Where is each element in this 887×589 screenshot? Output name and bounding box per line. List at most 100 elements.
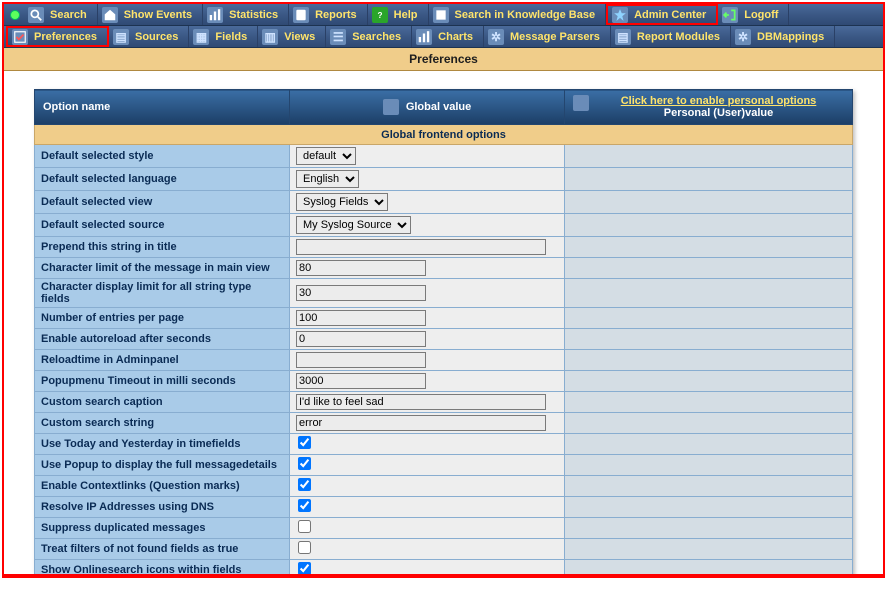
- pref-row: Enable Contextlinks (Question marks): [35, 476, 853, 497]
- pref-row: Resolve IP Addresses using DNS: [35, 497, 853, 518]
- option-value-cell: Syslog Fields: [290, 191, 565, 214]
- views-tab[interactable]: ▥ Views: [258, 26, 326, 47]
- pref-row: Prepend this string in title: [35, 237, 853, 258]
- help-button[interactable]: ? Help: [368, 4, 429, 25]
- option-checkbox[interactable]: [298, 499, 311, 512]
- option-label: Custom search caption: [35, 392, 290, 413]
- header-global-value: Global value: [290, 90, 565, 125]
- personal-value-cell: [565, 497, 853, 518]
- option-value-cell: [290, 279, 565, 308]
- personal-value-cell: [565, 191, 853, 214]
- option-value-cell: default: [290, 145, 565, 168]
- option-label: Default selected language: [35, 168, 290, 191]
- option-input[interactable]: [296, 260, 426, 276]
- option-value-cell: [290, 413, 565, 434]
- option-value-cell: [290, 350, 565, 371]
- personal-value-cell: [565, 476, 853, 497]
- charts-icon: [416, 29, 432, 45]
- personal-value-cell: [565, 279, 853, 308]
- statistics-label: Statistics: [229, 9, 278, 21]
- statistics-button[interactable]: Statistics: [203, 4, 289, 25]
- checkbox-icon: [12, 29, 28, 45]
- option-value-cell: [290, 434, 565, 455]
- personal-value-cell: [565, 308, 853, 329]
- option-input[interactable]: [296, 310, 426, 326]
- charts-tab[interactable]: Charts: [412, 26, 484, 47]
- pref-row: Custom search string: [35, 413, 853, 434]
- pref-row: Default selected styledefault: [35, 145, 853, 168]
- option-checkbox[interactable]: [298, 541, 311, 554]
- option-value-cell: [290, 476, 565, 497]
- message-parsers-tab[interactable]: ✲ Message Parsers: [484, 26, 611, 47]
- option-value-cell: [290, 518, 565, 539]
- charts-label: Charts: [438, 31, 473, 43]
- content-area: Option name Global value Click here to e…: [4, 71, 883, 576]
- option-input[interactable]: [296, 394, 546, 410]
- option-input[interactable]: [296, 352, 426, 368]
- personal-value-cell: [565, 214, 853, 237]
- help-label: Help: [394, 9, 418, 21]
- option-select[interactable]: Syslog Fields: [296, 193, 388, 211]
- enable-personal-options-link[interactable]: Click here to enable personal options: [573, 95, 844, 107]
- preferences-tab[interactable]: Preferences: [6, 26, 109, 47]
- logoff-label: Logoff: [744, 9, 778, 21]
- fields-tab[interactable]: ▦ Fields: [189, 26, 258, 47]
- option-label: Character display limit for all string t…: [35, 279, 290, 308]
- option-value-cell: [290, 455, 565, 476]
- option-value-cell: [290, 560, 565, 577]
- logoff-icon: [722, 7, 738, 23]
- option-select[interactable]: default: [296, 147, 356, 165]
- sources-label: Sources: [135, 31, 178, 43]
- option-input[interactable]: [296, 415, 546, 431]
- option-input[interactable]: [296, 285, 426, 301]
- user-icon: [573, 95, 589, 111]
- personal-value-cell: [565, 455, 853, 476]
- pref-row: Popupmenu Timeout in milli seconds: [35, 371, 853, 392]
- report-modules-icon: ▤: [615, 29, 631, 45]
- admin-sub-toolbar: Preferences ▤ Sources ▦ Fields ▥ Views ☰…: [4, 26, 883, 48]
- personal-value-cell: [565, 518, 853, 539]
- personal-value-cell: [565, 329, 853, 350]
- star-icon: [612, 7, 628, 23]
- option-label: Custom search string: [35, 413, 290, 434]
- option-value-cell: [290, 371, 565, 392]
- fields-label: Fields: [215, 31, 247, 43]
- option-select[interactable]: My Syslog Source: [296, 216, 411, 234]
- option-label: Number of entries per page: [35, 308, 290, 329]
- option-label: Show Onlinesearch icons within fields: [35, 560, 290, 577]
- personal-value-cell: [565, 350, 853, 371]
- option-input[interactable]: [296, 331, 426, 347]
- option-label: Use Today and Yesterday in timefields: [35, 434, 290, 455]
- option-value-cell: [290, 392, 565, 413]
- searches-tab[interactable]: ☰ Searches: [326, 26, 412, 47]
- pref-row: Default selected viewSyslog Fields: [35, 191, 853, 214]
- report-modules-label: Report Modules: [637, 31, 720, 43]
- option-checkbox[interactable]: [298, 478, 311, 491]
- personal-value-cell: [565, 168, 853, 191]
- sources-tab[interactable]: ▤ Sources: [109, 26, 189, 47]
- knowledge-base-label: Search in Knowledge Base: [455, 9, 596, 21]
- option-select[interactable]: English: [296, 170, 359, 188]
- message-parsers-label: Message Parsers: [510, 31, 600, 43]
- logoff-button[interactable]: Logoff: [718, 4, 789, 25]
- option-checkbox[interactable]: [298, 520, 311, 533]
- option-checkbox[interactable]: [298, 457, 311, 470]
- personal-value-cell: [565, 371, 853, 392]
- option-checkbox[interactable]: [298, 562, 311, 575]
- option-input[interactable]: [296, 239, 546, 255]
- dbmappings-tab[interactable]: ✲ DBMappings: [731, 26, 835, 47]
- option-label: Popupmenu Timeout in milli seconds: [35, 371, 290, 392]
- option-label: Use Popup to display the full messagedet…: [35, 455, 290, 476]
- admin-center-button[interactable]: Admin Center: [606, 4, 718, 25]
- reports-label: Reports: [315, 9, 357, 21]
- option-input[interactable]: [296, 373, 426, 389]
- preferences-label: Preferences: [34, 31, 97, 43]
- show-events-button[interactable]: Show Events: [98, 4, 203, 25]
- help-icon: ?: [372, 7, 388, 23]
- option-checkbox[interactable]: [298, 436, 311, 449]
- pref-row: Default selected sourceMy Syslog Source: [35, 214, 853, 237]
- reports-button[interactable]: Reports: [289, 4, 368, 25]
- report-modules-tab[interactable]: ▤ Report Modules: [611, 26, 731, 47]
- search-button[interactable]: Search: [24, 4, 98, 25]
- knowledge-base-button[interactable]: Search in Knowledge Base: [429, 4, 607, 25]
